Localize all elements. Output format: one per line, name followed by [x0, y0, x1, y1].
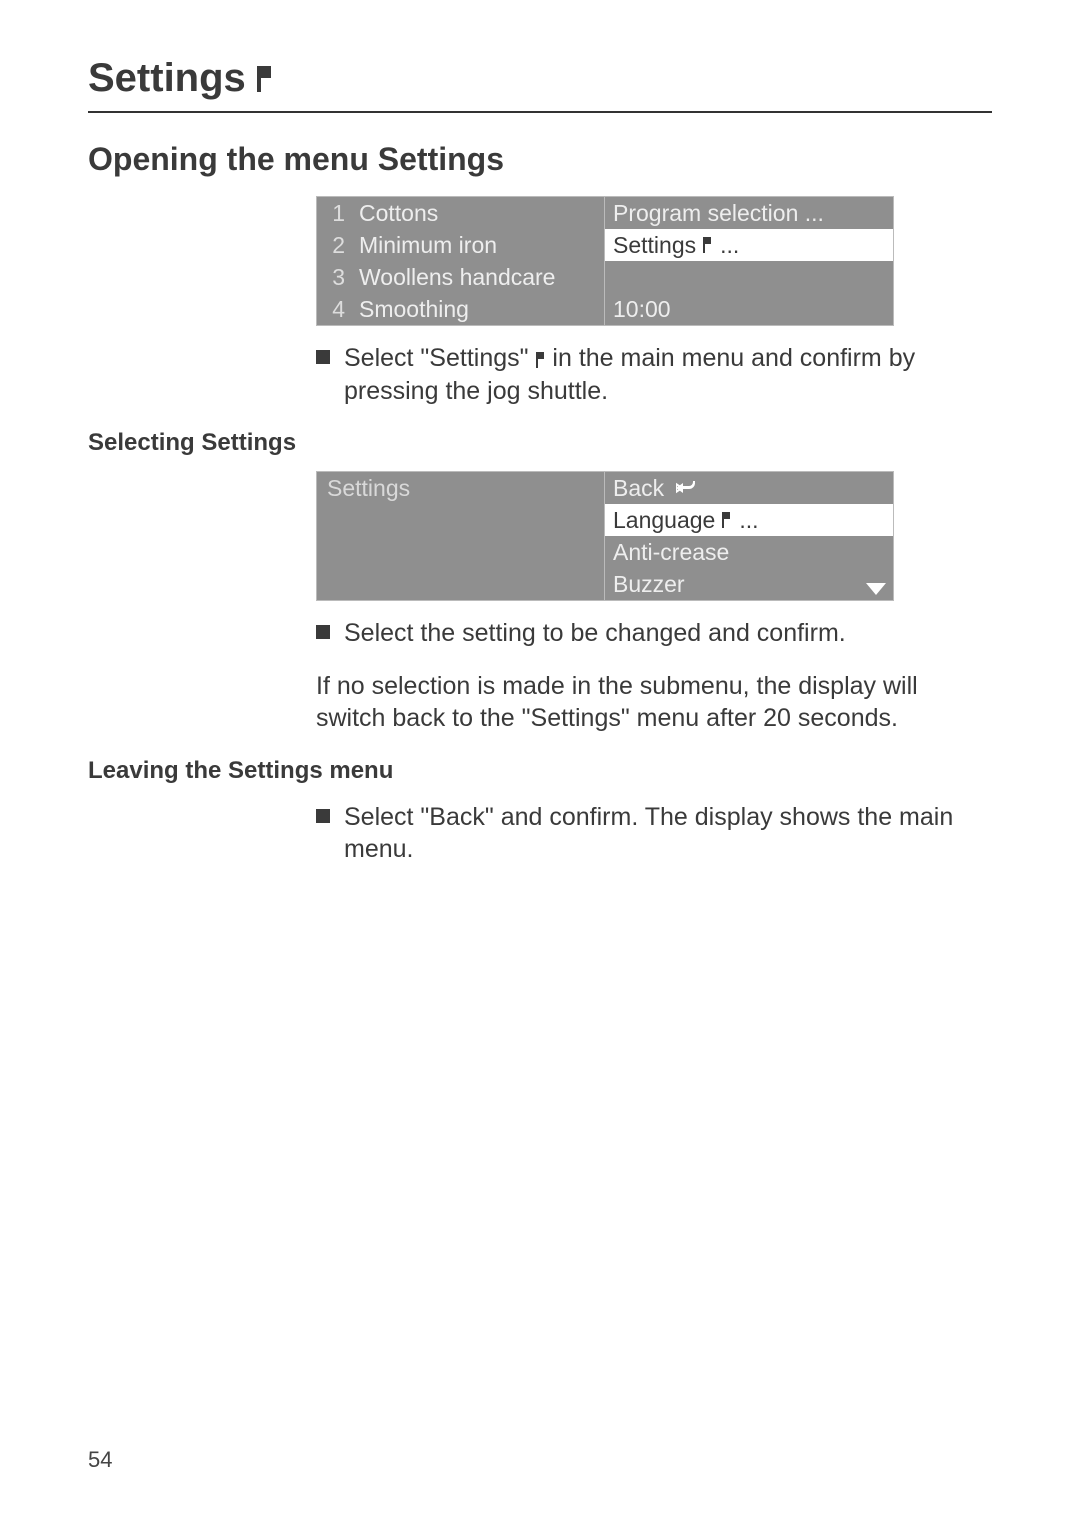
list-label: Minimum iron	[359, 234, 497, 257]
list-index: 3	[327, 266, 345, 289]
opening-content: 1 Cottons 2 Minimum iron 3 Woollens hand…	[316, 196, 992, 407]
list-item: 1 Cottons	[317, 197, 604, 229]
instruction-step: Select "Settings" in the main menu and c…	[316, 342, 992, 407]
list-item: 2 Minimum iron	[317, 229, 604, 261]
flag-icon	[535, 352, 545, 368]
submenu-title: Settings	[317, 472, 604, 504]
submenu-list: Back Language ...	[605, 472, 893, 600]
submenu-title-text: Settings	[327, 477, 410, 500]
scroll-down-icon	[866, 583, 886, 595]
display-grid: Settings Back	[316, 471, 894, 601]
menu-label: Settings	[613, 234, 696, 257]
instruction-pre: Select "Settings"	[344, 344, 535, 372]
bullet-square-icon	[316, 625, 330, 639]
bullet-square-icon	[316, 350, 330, 364]
flag-icon	[254, 64, 272, 94]
section-selecting-heading: Selecting Settings	[88, 429, 992, 457]
list-index: 4	[327, 298, 345, 321]
menu-label: Anti-crease	[613, 541, 729, 564]
list-label: Woollens handcare	[359, 266, 555, 289]
leaving-content: Select "Back" and confirm. The display s…	[316, 801, 992, 866]
back-arrow-icon	[676, 480, 698, 496]
menu-label: Language	[613, 509, 715, 532]
list-index: 1	[327, 202, 345, 225]
menu-item-buzzer: Buzzer	[605, 568, 893, 600]
instruction-step: Select the setting to be changed and con…	[316, 617, 992, 650]
menu-item-time: 10:00	[605, 293, 893, 325]
menu-item-settings: Settings ...	[605, 229, 893, 261]
list-item: 4 Smoothing	[317, 293, 604, 325]
instruction-text: Select "Settings" in the main menu and c…	[344, 342, 992, 407]
clock-display: 10:00	[613, 298, 671, 321]
instruction-step: Select "Back" and confirm. The display s…	[316, 801, 992, 866]
submenu-title-col: Settings	[317, 472, 605, 600]
manual-page: Settings Opening the menu Settings 1 Cot…	[0, 0, 1080, 1529]
menu-item-program-selection: Program selection ...	[605, 197, 893, 229]
list-item: 3 Woollens handcare	[317, 261, 604, 293]
list-label: Cottons	[359, 202, 438, 225]
page-title-text: Settings	[88, 56, 246, 101]
menu-list: Program selection ... Settings ... 10:00	[605, 197, 893, 325]
menu-item-blank	[605, 261, 893, 293]
flag-icon	[702, 237, 712, 253]
page-title: Settings	[88, 56, 992, 113]
list-index: 2	[327, 234, 345, 257]
page-number: 54	[88, 1447, 112, 1473]
note-text: If no selection is made in the submenu, …	[316, 670, 992, 735]
selecting-content: Settings Back	[316, 471, 992, 735]
menu-label: Program selection ...	[613, 202, 824, 225]
menu-label: Buzzer	[613, 573, 685, 596]
menu-item-language: Language ...	[605, 504, 893, 536]
menu-suffix: ...	[720, 234, 739, 257]
section-opening-heading: Opening the menu Settings	[88, 141, 992, 178]
program-list: 1 Cottons 2 Minimum iron 3 Woollens hand…	[317, 197, 605, 325]
display-grid: 1 Cottons 2 Minimum iron 3 Woollens hand…	[316, 196, 894, 326]
menu-item-anti-crease: Anti-crease	[605, 536, 893, 568]
settings-submenu-display: Settings Back	[316, 471, 892, 601]
bullet-square-icon	[316, 809, 330, 823]
flag-icon	[721, 512, 731, 528]
instruction-text: Select "Back" and confirm. The display s…	[344, 801, 992, 866]
section-leaving-heading: Leaving the Settings menu	[88, 757, 992, 785]
main-menu-display: 1 Cottons 2 Minimum iron 3 Woollens hand…	[316, 196, 892, 326]
menu-label: Back	[613, 477, 664, 500]
blank-row	[317, 568, 604, 600]
menu-suffix: ...	[739, 509, 758, 532]
blank-row	[317, 504, 604, 536]
menu-item-back: Back	[605, 472, 893, 504]
blank-row	[317, 536, 604, 568]
instruction-text: Select the setting to be changed and con…	[344, 617, 992, 650]
list-label: Smoothing	[359, 298, 469, 321]
